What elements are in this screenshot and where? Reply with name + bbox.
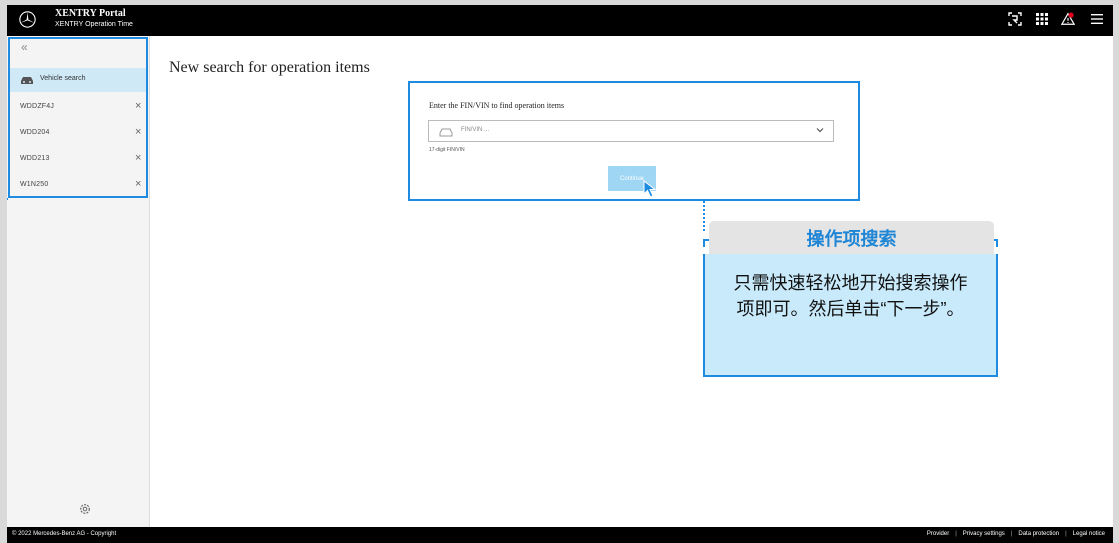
mouse-cursor-icon	[643, 180, 657, 198]
alert-icon[interactable]	[1061, 12, 1075, 26]
callout-title: 操作项搜索	[709, 221, 994, 254]
car-icon	[439, 128, 453, 137]
tooltip-callout: 操作项搜索 只需快速轻松地开始搜索操作项即可。然后单击“下一步”。	[703, 221, 998, 377]
apps-grid-icon[interactable]	[1035, 12, 1049, 26]
top-bar: XENTRY Portal XENTRY Operation Time	[7, 5, 1113, 36]
chevron-down-icon[interactable]	[815, 125, 825, 135]
footer-link-legal-notice[interactable]: Legal notice	[1073, 531, 1105, 537]
gear-icon[interactable]	[79, 503, 91, 515]
footer-link-data-protection[interactable]: Data protection	[1018, 531, 1059, 537]
vin-hint: 17-digit FIN/VIN	[429, 147, 465, 153]
search-prompt: Enter the FIN/VIN to find operation item…	[429, 101, 565, 110]
footer-link-provider[interactable]: Provider	[927, 531, 949, 537]
logo-star-icon[interactable]	[19, 11, 36, 28]
vin-placeholder: FIN/VIN ...	[461, 127, 490, 133]
copyright-text: © 2022 Mercedes-Benz AG - Copyright	[12, 531, 117, 537]
vin-input[interactable]: FIN/VIN ...	[428, 120, 834, 142]
app-subtitle: XENTRY Operation Time	[55, 21, 133, 28]
footer: © 2022 Mercedes-Benz AG - Copyright Prov…	[7, 527, 1113, 543]
page-title: New search for operation items	[169, 59, 370, 76]
footer-links: Provider | Privacy settings | Data protectio…	[926, 531, 1105, 537]
connector-line	[7, 198, 8, 200]
footer-link-privacy-settings[interactable]: Privacy settings	[963, 531, 1005, 537]
app-window: XENTRY Portal XENTRY Operation Time « Ve…	[7, 5, 1113, 543]
sidebar-highlight-frame	[8, 37, 148, 198]
menu-icon[interactable]	[1090, 12, 1104, 26]
scan-icon[interactable]	[1008, 12, 1022, 26]
app-title: XENTRY Portal	[55, 8, 126, 19]
search-panel: Enter the FIN/VIN to find operation item…	[408, 81, 860, 201]
callout-body: 只需快速轻松地开始搜索操作项即可。然后单击“下一步”。	[703, 254, 998, 377]
